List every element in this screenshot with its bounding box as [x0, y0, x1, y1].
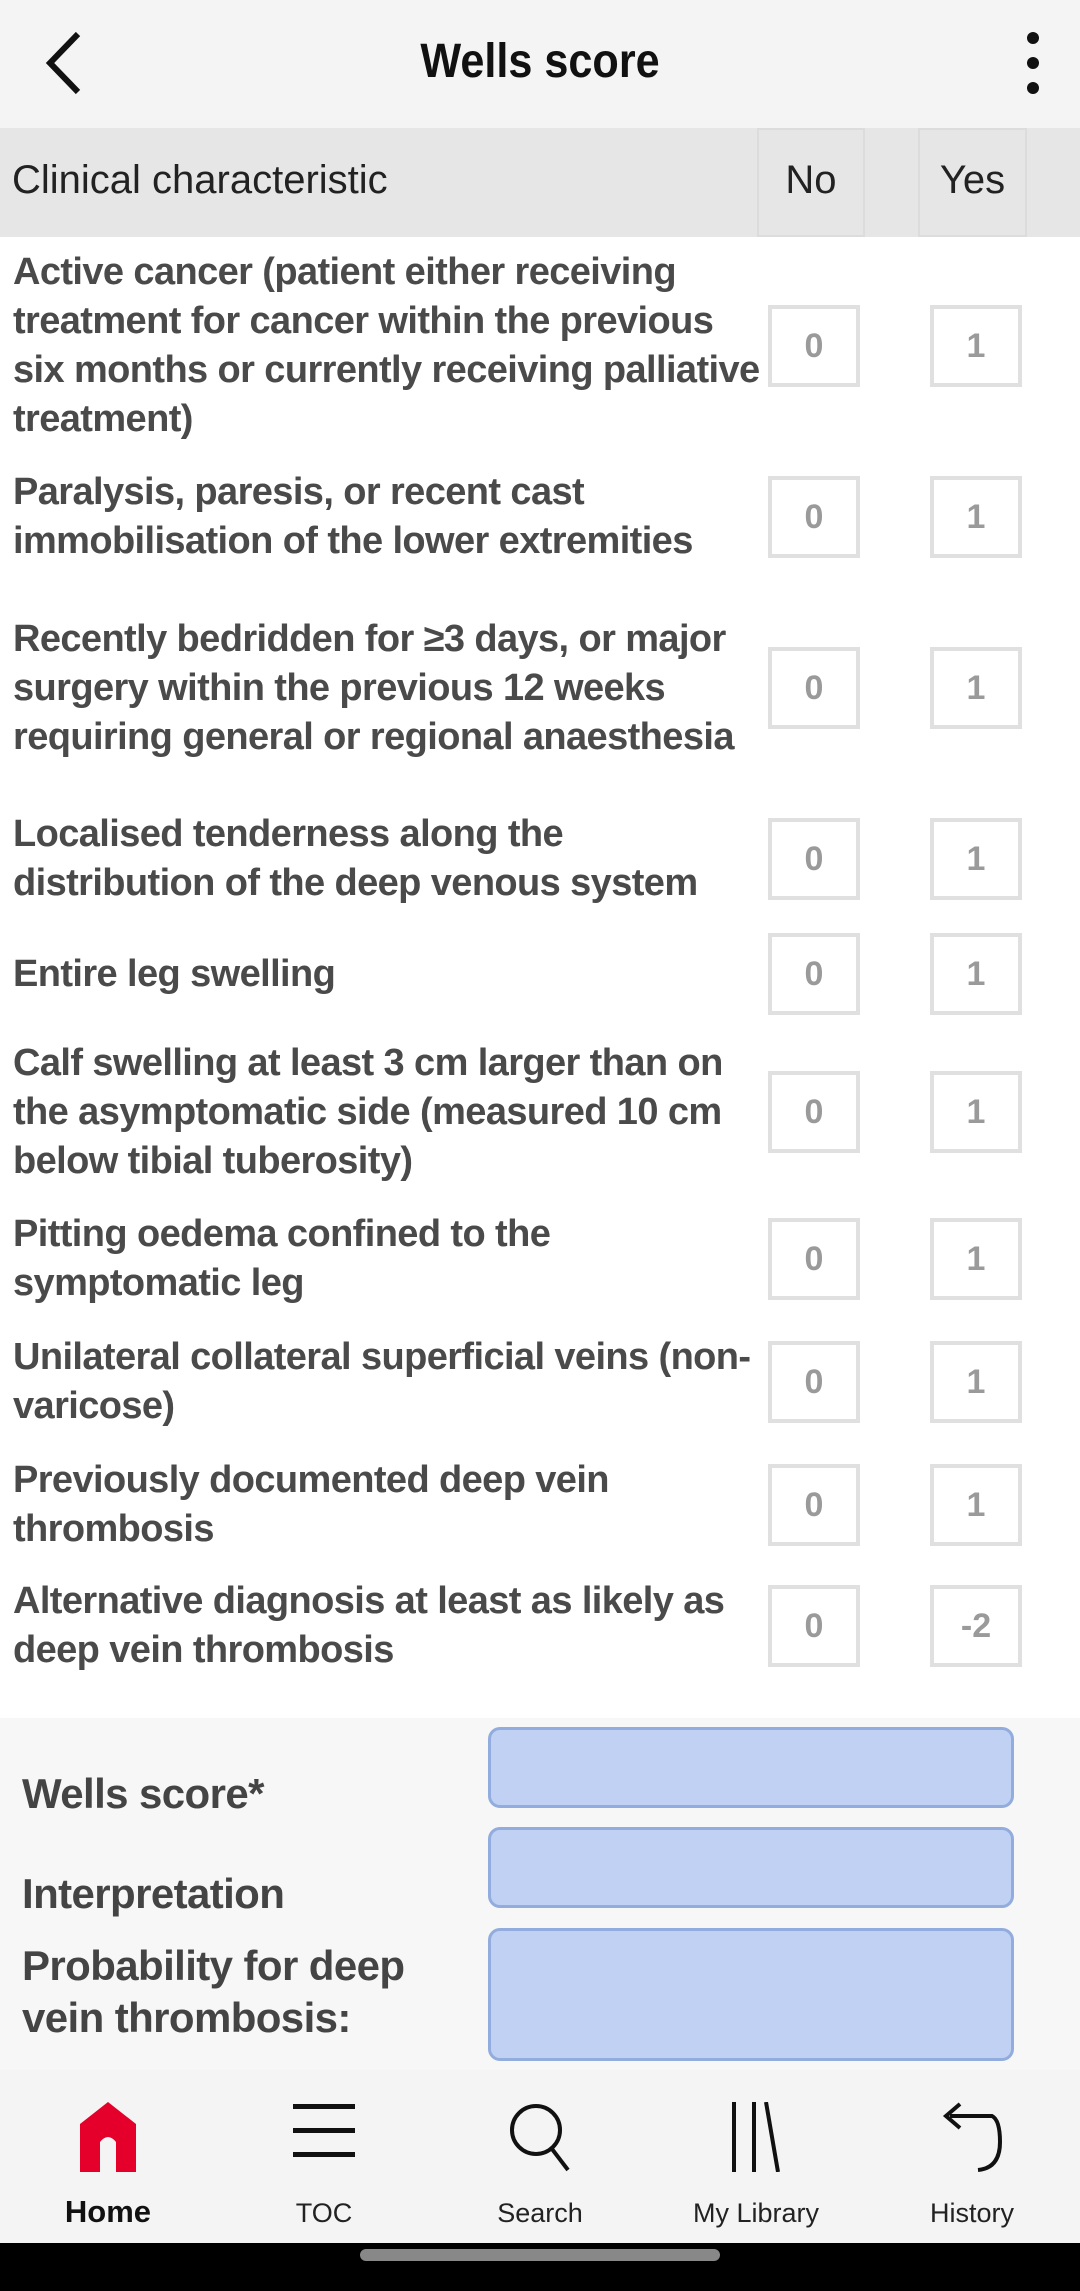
- header-characteristic: Clinical characteristic: [12, 158, 388, 202]
- characteristic-text: Alternative diagnosis at least as likely…: [13, 1580, 725, 1671]
- nav-my-library[interactable]: My Library: [648, 2070, 864, 2243]
- no-option[interactable]: 0: [768, 647, 860, 729]
- nav-label: TOC: [295, 2198, 353, 2228]
- table-row: Recently bedridden for ≥3 days, or major…: [0, 579, 1080, 797]
- nav-home[interactable]: Home: [0, 2070, 216, 2243]
- no-option[interactable]: 0: [768, 305, 860, 387]
- nav-toc[interactable]: TOC: [216, 2070, 432, 2243]
- more-vertical-icon[interactable]: [1015, 30, 1051, 96]
- characteristic-text: Active cancer (patient either receiving …: [13, 251, 760, 440]
- nav-label: Home: [64, 2194, 152, 2229]
- characteristic-text: Pitting oedema confined to the symptomat…: [13, 1213, 551, 1304]
- interpretation-field: [488, 1827, 1014, 1908]
- header-no: No: [757, 128, 865, 237]
- table-row: Active cancer (patient either receiving …: [0, 237, 1080, 455]
- no-option[interactable]: 0: [768, 818, 860, 900]
- characteristic-text: Localised tenderness along the distribut…: [13, 813, 698, 904]
- table-row: Unilateral collateral superficial veins …: [0, 1321, 1080, 1443]
- characteristic-text: Entire leg swelling: [13, 952, 336, 995]
- yes-option[interactable]: 1: [930, 647, 1022, 729]
- results-panel: Wells score* Interpretation Probability …: [0, 1718, 1080, 2070]
- table-row: Previously documented deep vein thrombos…: [0, 1443, 1080, 1567]
- yes-option[interactable]: 1: [930, 818, 1022, 900]
- yes-option[interactable]: 1: [930, 933, 1022, 1015]
- menu-icon: [293, 2104, 355, 2157]
- no-option[interactable]: 0: [768, 1585, 860, 1667]
- no-option[interactable]: 0: [768, 933, 860, 1015]
- table-row: Pitting oedema confined to the symptomat…: [0, 1197, 1080, 1321]
- nav-label: My Library: [692, 2198, 820, 2228]
- yes-option[interactable]: -2: [930, 1585, 1022, 1667]
- no-option[interactable]: 0: [768, 476, 860, 558]
- probability-label: Probability for deep vein thrombosis:: [22, 1942, 405, 2041]
- nav-label: Search: [497, 2198, 583, 2228]
- app-header: Wells score: [0, 0, 1080, 128]
- library-icon: [732, 2102, 780, 2172]
- yes-option[interactable]: 1: [930, 305, 1022, 387]
- characteristic-text: Unilateral collateral superficial veins …: [13, 1336, 751, 1427]
- characteristic-text: Paralysis, paresis, or recent cast immob…: [13, 471, 693, 562]
- system-navigation-bar: [0, 2243, 1080, 2291]
- characteristic-text: Previously documented deep vein thrombos…: [13, 1459, 610, 1550]
- wells-score-field: [488, 1727, 1014, 1808]
- table-row: Entire leg swelling 0 1: [0, 921, 1080, 1027]
- yes-option[interactable]: 1: [930, 1071, 1022, 1153]
- no-option[interactable]: 0: [768, 1464, 860, 1546]
- bottom-navigation: Home TOC Search My Library History: [0, 2070, 1080, 2243]
- no-option[interactable]: 0: [768, 1341, 860, 1423]
- nav-history[interactable]: History: [864, 2070, 1080, 2243]
- no-option[interactable]: 0: [768, 1071, 860, 1153]
- yes-option[interactable]: 1: [930, 1464, 1022, 1546]
- yes-option[interactable]: 1: [930, 1341, 1022, 1423]
- interpretation-label: Interpretation: [22, 1870, 285, 1917]
- home-icon: [80, 2102, 136, 2172]
- search-icon: [510, 2104, 570, 2172]
- yes-option[interactable]: 1: [930, 476, 1022, 558]
- probability-field: [488, 1928, 1014, 2061]
- table-row: Localised tenderness along the distribut…: [0, 797, 1080, 921]
- table-header: Clinical characteristic No Yes: [0, 128, 1080, 237]
- no-option[interactable]: 0: [768, 1218, 860, 1300]
- page-title: Wells score: [420, 35, 660, 88]
- nav-search[interactable]: Search: [432, 2070, 648, 2243]
- header-yes: Yes: [918, 128, 1027, 237]
- home-gesture-handle[interactable]: [360, 2249, 720, 2261]
- nav-label: History: [929, 2198, 1014, 2228]
- table-row: Paralysis, paresis, or recent cast immob…: [0, 455, 1080, 579]
- table-row: Alternative diagnosis at least as likely…: [0, 1567, 1080, 1685]
- characteristic-text: Recently bedridden for ≥3 days, or major…: [13, 617, 734, 758]
- history-icon: [942, 2102, 1003, 2172]
- table-row: Calf swelling at least 3 cm larger than …: [0, 1027, 1080, 1197]
- wells-score-label: Wells score*: [22, 1770, 264, 1817]
- yes-option[interactable]: 1: [930, 1218, 1022, 1300]
- characteristic-text: Calf swelling at least 3 cm larger than …: [13, 1041, 723, 1182]
